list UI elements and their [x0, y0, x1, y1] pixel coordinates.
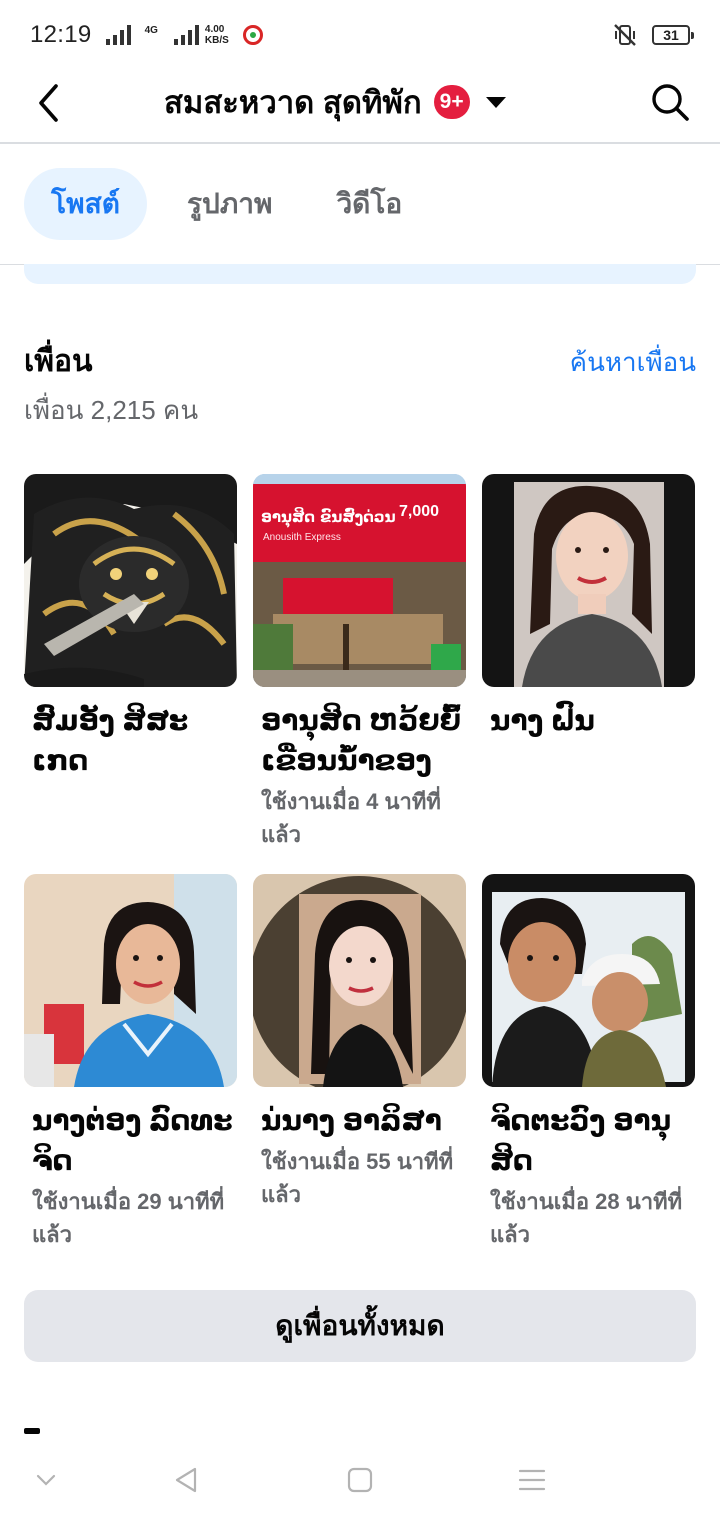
friend-name[interactable]: ອານຸສິດ ຫວ້ຍຍົ້ ເຂື່ອນນ້ຳຂອງ [253, 701, 466, 781]
friend-last-active: ใช้งานเมื่อ 55 นาทีที่แล้ว [261, 1149, 454, 1207]
back-button[interactable] [30, 80, 66, 126]
page-title: สมสะหวาด สุดทิพัก [164, 85, 422, 120]
friend-card[interactable]: ນາງ ຝົນ [482, 474, 695, 741]
chevron-down-icon [36, 1474, 56, 1486]
see-all-friends-button[interactable]: ดูเพื่อนทั้งหมด [24, 1290, 696, 1362]
friend-photo-couple[interactable] [482, 874, 695, 1087]
signal-icon [105, 25, 131, 45]
friend-name[interactable]: ນາງຕ່ອງ ລົດທະຈິດ [24, 1101, 237, 1181]
friend-photo-shop[interactable]: ອານຸສິດ ຂົນສົ່ງດ່ວນ Anousith Express 7,0… [253, 474, 466, 687]
nav-home-button[interactable] [340, 1460, 380, 1500]
friend-card[interactable]: ນາງຕ່ອງ ລົດທະຈິດ ใช้งานเมื่อ 29 นาทีที่แ… [24, 874, 237, 1251]
square-home-icon [347, 1467, 373, 1493]
friends-count: เพื่อน 2,215 คน [24, 395, 199, 425]
chevron-left-icon [39, 84, 58, 122]
profile-tabs: โพสต์ รูปภาพ วิดีโอ [24, 167, 426, 241]
mobile-data-icon: 4G [145, 25, 199, 45]
status-time: 12:19 [30, 21, 92, 48]
system-navigation-bar [0, 1440, 720, 1520]
speed-value: 4.00 [204, 24, 225, 35]
friend-name[interactable]: ນາງ ຝົນ [482, 701, 695, 741]
friend-card[interactable]: ຈິດຕະວົງ ອານຸສິດ ใช้งานเมื่อ 28 นาทีที่แ… [482, 874, 695, 1251]
notification-badge: 9+ [433, 85, 470, 119]
network-speed: 4.00 KB/S [205, 24, 229, 46]
friend-name[interactable]: ສົມອັງ ສິສະເກດ [24, 701, 237, 781]
friend-photo-woman-frame[interactable] [253, 874, 466, 1087]
friend-photo-woman-blue[interactable] [24, 874, 237, 1087]
friend-last-active: ใช้งานเมื่อ 4 นาทีที่แล้ว [261, 789, 441, 847]
friend-last-active: ใช้งานเมื่อ 29 นาทีที่แล้ว [32, 1189, 225, 1247]
find-friends-link[interactable]: ค้นหาเพื่อน [570, 342, 696, 383]
friend-name[interactable]: ນ່ນາງ ອາລິສາ [253, 1101, 466, 1141]
friend-card[interactable]: ອານຸສິດ ຂົນສົ່ງດ່ວນ Anousith Express 7,0… [253, 474, 466, 851]
status-bar: 12:19 4G 4.00 KB/S 31 [0, 0, 720, 70]
tab-posts[interactable]: โพสต์ [24, 168, 147, 240]
banner-headline: ອານຸສິດ ຂົນສົ່ງດ່ວນ [261, 506, 396, 529]
search-button[interactable] [650, 82, 690, 122]
friends-page: 12:19 4G 4.00 KB/S 31 สมสะหวาด สุดทิพัก … [0, 0, 720, 1520]
banner-subtitle: Anousith Express [263, 532, 341, 543]
nav-back-button[interactable] [166, 1460, 206, 1500]
menu-lines-icon [518, 1469, 546, 1491]
friend-photo-woman[interactable] [482, 474, 695, 687]
search-icon [652, 84, 689, 121]
friend-card[interactable]: ສົມອັງ ສິສະເກດ [24, 474, 237, 781]
nav-recents-button[interactable] [512, 1460, 552, 1500]
tab-photos[interactable]: รูปภาพ [163, 168, 296, 240]
top-header: สมสะหวาด สุดทิพัก 9+ [0, 70, 720, 144]
nav-collapse-button[interactable] [26, 1460, 66, 1500]
banner-price: 7,000 [399, 503, 439, 520]
profile-title-switcher[interactable]: สมสะหวาด สุดทิพัก 9+ [164, 82, 506, 122]
friend-card[interactable]: ນ່ນາງ ອາລິສາ ใช้งานเมื่อ 55 นาทีที่แล้ว [253, 874, 466, 1211]
next-section-edge [24, 1428, 40, 1434]
friend-last-active: ใช้งานเมื่อ 28 นาทีที่แล้ว [490, 1189, 683, 1247]
vibrate-mute-icon [614, 24, 636, 46]
composer-card-edge [24, 264, 696, 284]
friend-name[interactable]: ຈິດຕະວົງ ອານຸສິດ [482, 1101, 695, 1181]
friends-section-title: เพื่อน [24, 345, 93, 378]
triangle-back-icon [175, 1467, 197, 1493]
speed-unit: KB/S [204, 35, 229, 46]
tab-videos[interactable]: วิดีโอ [312, 168, 426, 240]
friend-photo-tiger[interactable] [24, 474, 237, 687]
battery-indicator: 31 [652, 25, 694, 45]
app-notification-icon [242, 25, 263, 45]
network-type: 4G [144, 25, 158, 36]
caret-down-icon [485, 96, 506, 108]
